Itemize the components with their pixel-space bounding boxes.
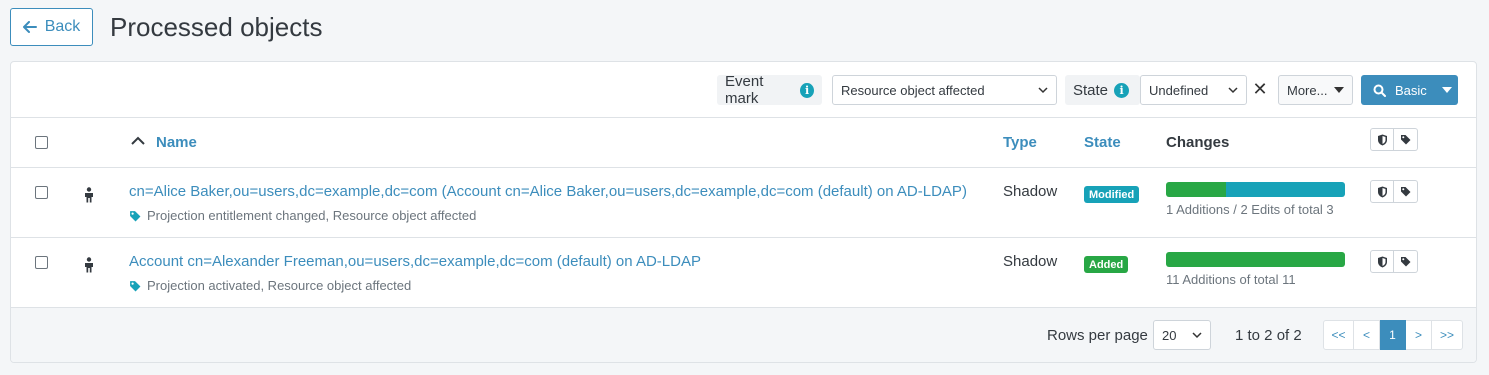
shield-icon (1377, 186, 1387, 197)
column-header-name[interactable]: Name (156, 134, 197, 151)
back-label: Back (44, 18, 81, 35)
edits-segment (1225, 182, 1345, 197)
column-header-type[interactable]: Type (1003, 134, 1037, 151)
tag-button[interactable] (1394, 128, 1418, 151)
processed-objects-panel: Event mark i Resource object affected St… (10, 61, 1477, 363)
object-type: Shadow (1003, 253, 1058, 270)
event-marks: Projection activated, Resource object af… (129, 278, 411, 293)
chevron-down-icon (1228, 87, 1238, 94)
changes-bar (1166, 252, 1345, 267)
changes-summary: 11 Additions of total 11 (1166, 272, 1296, 287)
tag-icon (130, 280, 141, 291)
changes-bar (1166, 182, 1345, 197)
rows-per-page-label: Rows per page (1047, 327, 1148, 344)
event-mark-select[interactable]: Resource object affected (832, 75, 1057, 105)
clear-state-icon[interactable]: ✕ (1252, 79, 1268, 99)
event-mark-filter-label: Event mark i (717, 73, 822, 107)
table-row: cn=Alice Baker,ou=users,dc=example,dc=co… (11, 168, 1476, 238)
status-badge: Modified (1084, 186, 1140, 203)
shield-icon (1377, 134, 1387, 145)
select-all-checkbox[interactable] (35, 136, 48, 149)
column-header-changes: Changes (1166, 134, 1230, 151)
search-mode-dropdown[interactable] (1435, 75, 1458, 105)
additions-segment (1166, 182, 1226, 197)
status-badge: Added (1084, 256, 1129, 273)
shield-button[interactable] (1370, 128, 1394, 151)
chevron-down-icon (1192, 332, 1202, 339)
pagination-range: 1 to 2 of 2 (1235, 327, 1302, 344)
state-value: Undefined (1149, 82, 1209, 98)
first-page-button[interactable]: << (1323, 320, 1354, 350)
row-checkbox[interactable] (35, 256, 48, 269)
changes-summary: 1 Additions / 2 Edits of total 3 (1166, 202, 1334, 217)
row-actions (1370, 180, 1418, 203)
event-marks-text: Projection entitlement changed, Resource… (147, 208, 477, 223)
object-name-link[interactable]: Account cn=Alexander Freeman,ou=users,dc… (129, 253, 701, 270)
search-icon (1373, 84, 1386, 97)
page-title: Processed objects (110, 12, 323, 42)
chevron-down-icon (1038, 87, 1048, 94)
tag-icon (1401, 187, 1411, 197)
person-icon (85, 257, 93, 273)
state-select[interactable]: Undefined (1140, 75, 1247, 105)
header-actions (1370, 128, 1418, 151)
shield-icon (1377, 256, 1387, 267)
tag-icon (1401, 135, 1411, 145)
info-icon[interactable]: i (1114, 82, 1130, 98)
column-header-state[interactable]: State (1084, 134, 1121, 151)
table-header: Name Type State Changes (11, 118, 1476, 168)
rows-per-page-value: 20 (1162, 327, 1177, 343)
tag-icon (1401, 257, 1411, 267)
state-filter-label: State i (1065, 75, 1140, 105)
more-label: More... (1287, 82, 1328, 98)
event-marks: Projection entitlement changed, Resource… (129, 208, 476, 223)
tag-icon (130, 210, 141, 221)
additions-segment (1166, 252, 1345, 267)
shield-button[interactable] (1370, 250, 1394, 273)
row-actions (1370, 250, 1418, 273)
page-1-button[interactable]: 1 (1380, 320, 1406, 350)
search-button[interactable]: Basic (1361, 75, 1458, 105)
tag-button[interactable] (1394, 250, 1418, 273)
last-page-button[interactable]: >> (1432, 320, 1463, 350)
search-basic-button[interactable]: Basic (1361, 75, 1435, 105)
event-mark-value: Resource object affected (841, 82, 985, 98)
event-mark-label: Event mark (725, 73, 764, 107)
table-row: Account cn=Alexander Freeman,ou=users,dc… (11, 238, 1476, 308)
search-label: Basic (1395, 82, 1427, 98)
pagination: << < 1 > >> (1323, 320, 1463, 350)
person-icon (85, 187, 93, 203)
table-footer: Rows per page 20 1 to 2 of 2 << < 1 > >> (11, 308, 1476, 362)
back-button[interactable]: Back (10, 8, 93, 46)
arrow-left-icon (22, 21, 37, 33)
search-toolbar: Event mark i Resource object affected St… (11, 62, 1476, 118)
event-marks-text: Projection activated, Resource object af… (147, 278, 412, 293)
rows-per-page-select[interactable]: 20 (1153, 320, 1211, 350)
info-icon[interactable]: i (800, 82, 814, 98)
more-filters-button[interactable]: More... (1278, 75, 1353, 105)
sort-up-icon[interactable] (131, 136, 145, 145)
caret-down-icon (1441, 87, 1452, 93)
shield-button[interactable] (1370, 180, 1394, 203)
prev-page-button[interactable]: < (1354, 320, 1380, 350)
caret-down-icon (1334, 87, 1344, 93)
tag-button[interactable] (1394, 180, 1418, 203)
state-label: State (1073, 81, 1109, 99)
object-name-link[interactable]: cn=Alice Baker,ou=users,dc=example,dc=co… (129, 183, 967, 200)
object-type: Shadow (1003, 183, 1058, 200)
row-checkbox[interactable] (35, 186, 48, 199)
next-page-button[interactable]: > (1406, 320, 1432, 350)
